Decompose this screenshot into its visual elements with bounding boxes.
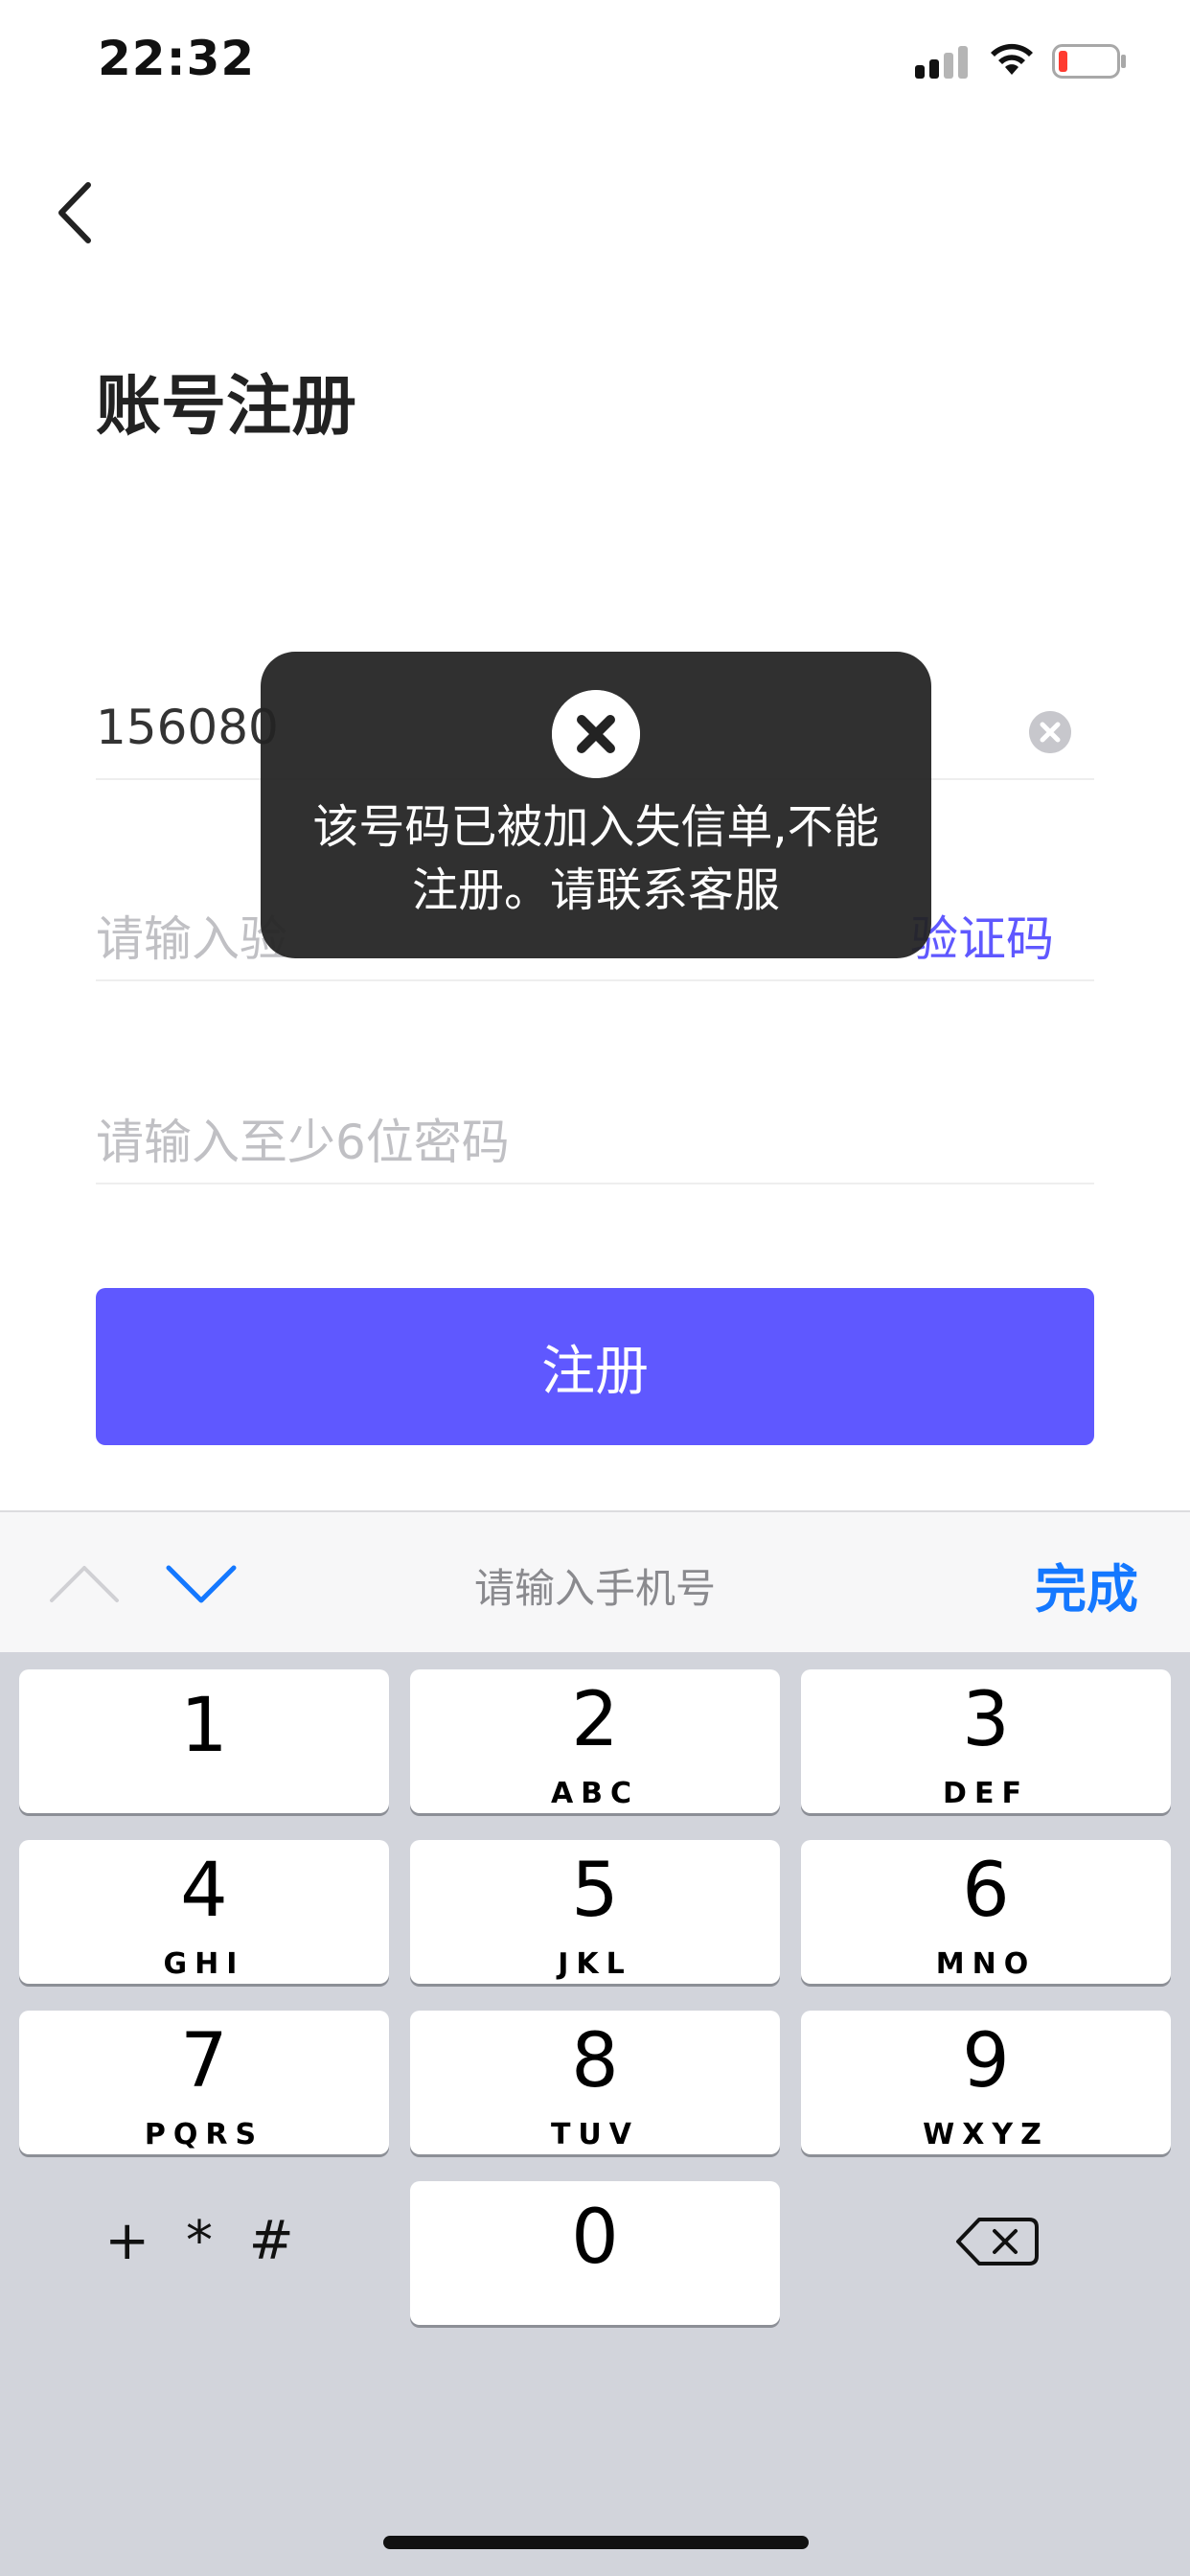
register-screen: 22:32 账号注册 156080 请输入验 验证码 请输入至少6位密码 注册 … — [0, 0, 1190, 2576]
key-letters: MNO — [935, 1947, 1037, 1981]
phone-input-value[interactable]: 156080 — [96, 700, 279, 755]
numeric-keypad: 1 2 ABC 3 DEF 4 GHI 5 JKL 6 MNO 7 PQRS 8… — [0, 1652, 1190, 2576]
status-bar: 22:32 — [0, 0, 1190, 125]
home-indicator — [383, 2536, 809, 2549]
key-7[interactable]: 7 PQRS — [19, 2011, 389, 2154]
key-3[interactable]: 3 DEF — [801, 1669, 1171, 1813]
key-digit: 3 — [962, 1677, 1010, 1763]
key-letters: GHI — [163, 1947, 245, 1981]
toast-message-line2: 注册。请联系客服 — [411, 863, 780, 917]
key-letters: PQRS — [144, 2118, 264, 2151]
done-button[interactable]: 完成 — [1035, 1547, 1138, 1622]
key-symbols[interactable]: + * # — [19, 2170, 389, 2313]
toast-message: 该号码已被加入失信单,不能 注册。请联系客服 — [289, 795, 903, 922]
wifi-icon — [991, 43, 1033, 75]
key-2[interactable]: 2 ABC — [410, 1669, 780, 1813]
error-toast: 该号码已被加入失信单,不能 注册。请联系客服 — [261, 652, 931, 958]
back-button[interactable] — [48, 177, 105, 249]
key-9[interactable]: 9 WXYZ — [801, 2011, 1171, 2154]
register-button[interactable]: 注册 — [96, 1288, 1094, 1445]
error-x-icon — [552, 690, 640, 778]
key-6[interactable]: 6 MNO — [801, 1840, 1171, 1984]
key-digit: 2 — [571, 1677, 619, 1763]
status-time: 22:32 — [98, 31, 256, 86]
key-1[interactable]: 1 — [19, 1669, 389, 1813]
key-8[interactable]: 8 TUV — [410, 2011, 780, 2154]
key-digit: 0 — [571, 2195, 619, 2281]
key-digit: 4 — [180, 1848, 228, 1934]
key-digit: 8 — [571, 2018, 619, 2104]
key-digit: 7 — [180, 2018, 228, 2104]
keyboard-accessory-bar: 请输入手机号 完成 — [0, 1510, 1190, 1654]
key-letters: DEF — [943, 1777, 1029, 1810]
key-digit: 9 — [962, 2018, 1010, 2104]
key-digit: 1 — [180, 1683, 228, 1769]
key-digit: 6 — [962, 1848, 1010, 1934]
key-letters: ABC — [550, 1777, 640, 1810]
get-code-button[interactable]: 验证码 — [910, 901, 1054, 970]
key-digit: 5 — [571, 1848, 619, 1934]
key-4[interactable]: 4 GHI — [19, 1840, 389, 1984]
toast-message-line1: 该号码已被加入失信单,不能 — [312, 800, 880, 854]
clear-input-icon[interactable] — [1029, 711, 1071, 753]
backspace-icon[interactable] — [801, 2170, 1171, 2313]
key-letters: WXYZ — [923, 2118, 1049, 2151]
key-5[interactable]: 5 JKL — [410, 1840, 780, 1984]
cellular-signal-icon — [915, 44, 971, 79]
accessory-field-hint: 请输入手机号 — [473, 1565, 716, 1612]
password-field[interactable]: 请输入至少6位密码 — [96, 1087, 1094, 1184]
key-letters: JKL — [558, 1947, 632, 1981]
code-placeholder: 请输入验 — [96, 911, 287, 967]
password-placeholder: 请输入至少6位密码 — [96, 1115, 510, 1170]
key-letters: TUV — [550, 2118, 640, 2151]
battery-low-icon — [1052, 44, 1126, 79]
page-title: 账号注册 — [96, 369, 357, 445]
key-0[interactable]: 0 — [410, 2181, 780, 2325]
